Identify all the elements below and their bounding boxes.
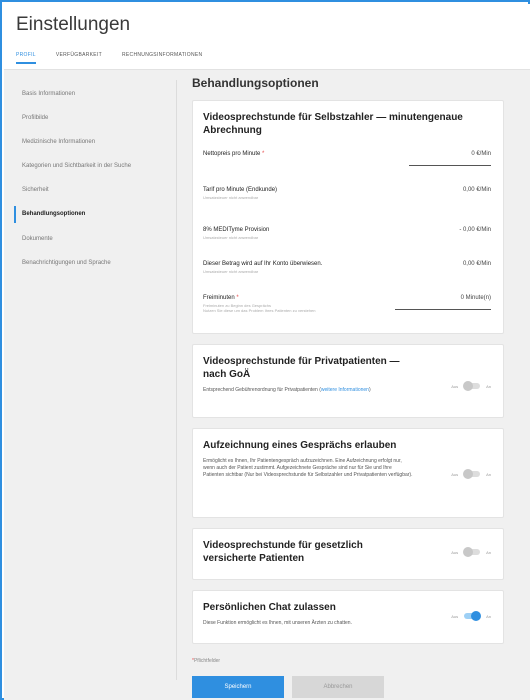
payout-sub: Umsatzsteuer nicht anwendbar bbox=[203, 269, 259, 274]
toggle-knob bbox=[463, 381, 474, 391]
sidebar-item-sicherheit[interactable]: Sicherheit bbox=[14, 182, 154, 198]
tab-verfuegbarkeit[interactable]: VERFÜGBARKEIT bbox=[56, 52, 102, 64]
sidebar: Basis Informationen Profilbilde Medizini… bbox=[14, 86, 154, 279]
tariff-sub: Umsatzsteuer nicht anwendbar bbox=[203, 195, 259, 200]
required-footnote: *Pflichtfelder bbox=[192, 658, 221, 664]
sidebar-item-basis-informationen[interactable]: Basis Informationen bbox=[14, 86, 154, 102]
tariff-row: Tarif pro Minute (Endkunde) Umsatzsteuer… bbox=[203, 187, 493, 209]
main-panel: Behandlungsoptionen Videosprechstunde fü… bbox=[192, 76, 504, 698]
recording-card: Aufzeichnung eines Gesprächs erlauben Er… bbox=[192, 428, 504, 518]
statutory-title: Videosprechstunde für gesetzlich versich… bbox=[203, 540, 363, 564]
tab-profil[interactable]: PROFIL bbox=[16, 52, 36, 64]
recording-title: Aufzeichnung eines Gesprächs erlauben bbox=[203, 440, 397, 451]
statutory-card: Videosprechstunde für gesetzlich versich… bbox=[192, 528, 504, 580]
toggle-off-label: Aus bbox=[451, 471, 459, 477]
sidebar-item-behandlungsoptionen[interactable]: Behandlungsoptionen bbox=[14, 206, 154, 223]
cancel-button[interactable]: Abbrechen bbox=[292, 676, 384, 698]
payout-value: 0,00 €/Min bbox=[462, 261, 491, 267]
toggle-on-label: An bbox=[486, 383, 491, 389]
toggle-on-label: An bbox=[486, 471, 491, 477]
statutory-toggle-group: Aus An bbox=[451, 547, 491, 557]
net-price-input[interactable]: 0 €/Min bbox=[471, 151, 491, 157]
free-minutes-underline bbox=[395, 309, 491, 310]
sidebar-item-benachrichtigungen[interactable]: Benachrichtigungen und Sprache bbox=[14, 255, 154, 271]
page-title: Einstellungen bbox=[16, 14, 131, 35]
commission-label: 8% MEDITyme Provision bbox=[203, 227, 270, 233]
private-toggle-group: Aus An bbox=[451, 381, 491, 391]
app-window: Einstellungen PROFIL VERFÜGBARKEIT RECHN… bbox=[0, 0, 530, 700]
tab-rechnungsinformationen[interactable]: RECHNUNGSINFORMATIONEN bbox=[122, 52, 202, 64]
net-price-label: Nettopreis pro Minute * bbox=[203, 151, 265, 157]
chat-toggle-group: Aus An bbox=[451, 611, 491, 621]
toggle-off-label: Aus bbox=[451, 613, 459, 619]
net-price-underline bbox=[409, 165, 491, 166]
recording-toggle-group: Aus An bbox=[451, 469, 491, 479]
free-minutes-label: Freiminuten * bbox=[203, 295, 239, 301]
private-toggle[interactable] bbox=[463, 381, 481, 391]
sidebar-item-profilbilde[interactable]: Profilbilde bbox=[14, 110, 154, 126]
action-buttons: Speichern Abbrechen bbox=[192, 676, 504, 698]
chat-card: Persönlichen Chat zulassen Diese Funktio… bbox=[192, 590, 504, 644]
tariff-value: 0,00 €/Min bbox=[462, 187, 491, 193]
page-header: Einstellungen PROFIL VERFÜGBARKEIT RECHN… bbox=[4, 4, 530, 70]
toggle-on-label: An bbox=[486, 549, 491, 555]
net-price-row: Nettopreis pro Minute * 0 €/Min bbox=[203, 151, 493, 173]
statutory-toggle[interactable] bbox=[463, 547, 481, 557]
chat-title: Persönlichen Chat zulassen bbox=[203, 602, 336, 613]
save-button[interactable]: Speichern bbox=[192, 676, 284, 698]
sidebar-divider bbox=[176, 80, 177, 680]
toggle-on-label: An bbox=[486, 613, 491, 619]
section-title: Behandlungsoptionen bbox=[192, 76, 319, 90]
private-desc: Entsprechend Gebührenordnung für Privatp… bbox=[203, 387, 371, 393]
tariff-label: Tarif pro Minute (Endkunde) bbox=[203, 187, 278, 193]
private-title: Videosprechstunde für Privatpatienten — … bbox=[203, 356, 400, 380]
sidebar-item-medizinische-informationen[interactable]: Medizinische Informationen bbox=[14, 134, 154, 150]
content-area: Basis Informationen Profilbilde Medizini… bbox=[4, 70, 530, 700]
chat-toggle[interactable] bbox=[464, 611, 482, 621]
recording-toggle[interactable] bbox=[463, 469, 481, 479]
commission-row: 8% MEDITyme Provision Umsatzsteuer nicht… bbox=[203, 227, 493, 247]
more-info-link[interactable]: weitere Informationen bbox=[321, 387, 369, 393]
sidebar-item-dokumente[interactable]: Dokumente bbox=[14, 231, 154, 247]
commission-sub: Umsatzsteuer nicht anwendbar bbox=[203, 235, 259, 240]
toggle-knob bbox=[463, 547, 474, 557]
chat-desc: Diese Funktion ermöglicht es Ihnen, mit … bbox=[203, 620, 352, 626]
selfpay-card: Videosprechstunde für Selbstzahler — min… bbox=[192, 100, 504, 334]
payout-label: Dieser Betrag wird auf Ihr Konto überwie… bbox=[203, 261, 323, 267]
commission-value: - 0,00 €/Min bbox=[459, 227, 491, 233]
sidebar-item-kategorien[interactable]: Kategorien und Sichtbarkeit in der Suche bbox=[14, 158, 154, 174]
payout-row: Dieser Betrag wird auf Ihr Konto überwie… bbox=[203, 261, 493, 281]
tab-bar: PROFIL VERFÜGBARKEIT RECHNUNGSINFORMATIO… bbox=[16, 52, 202, 64]
private-card: Videosprechstunde für Privatpatienten — … bbox=[192, 344, 504, 418]
toggle-off-label: Aus bbox=[451, 549, 459, 555]
free-minutes-row: Freiminuten * Freiminuten zu Beginn des … bbox=[203, 295, 493, 323]
recording-desc: Ermöglicht es Ihnen, Ihr Patientengesprä… bbox=[203, 458, 413, 478]
free-minutes-input[interactable]: 0 Minute(n) bbox=[461, 295, 491, 301]
toggle-knob bbox=[471, 611, 482, 621]
toggle-off-label: Aus bbox=[451, 383, 459, 389]
selfpay-title: Videosprechstunde für Selbstzahler — min… bbox=[203, 112, 463, 136]
toggle-knob bbox=[463, 469, 474, 479]
